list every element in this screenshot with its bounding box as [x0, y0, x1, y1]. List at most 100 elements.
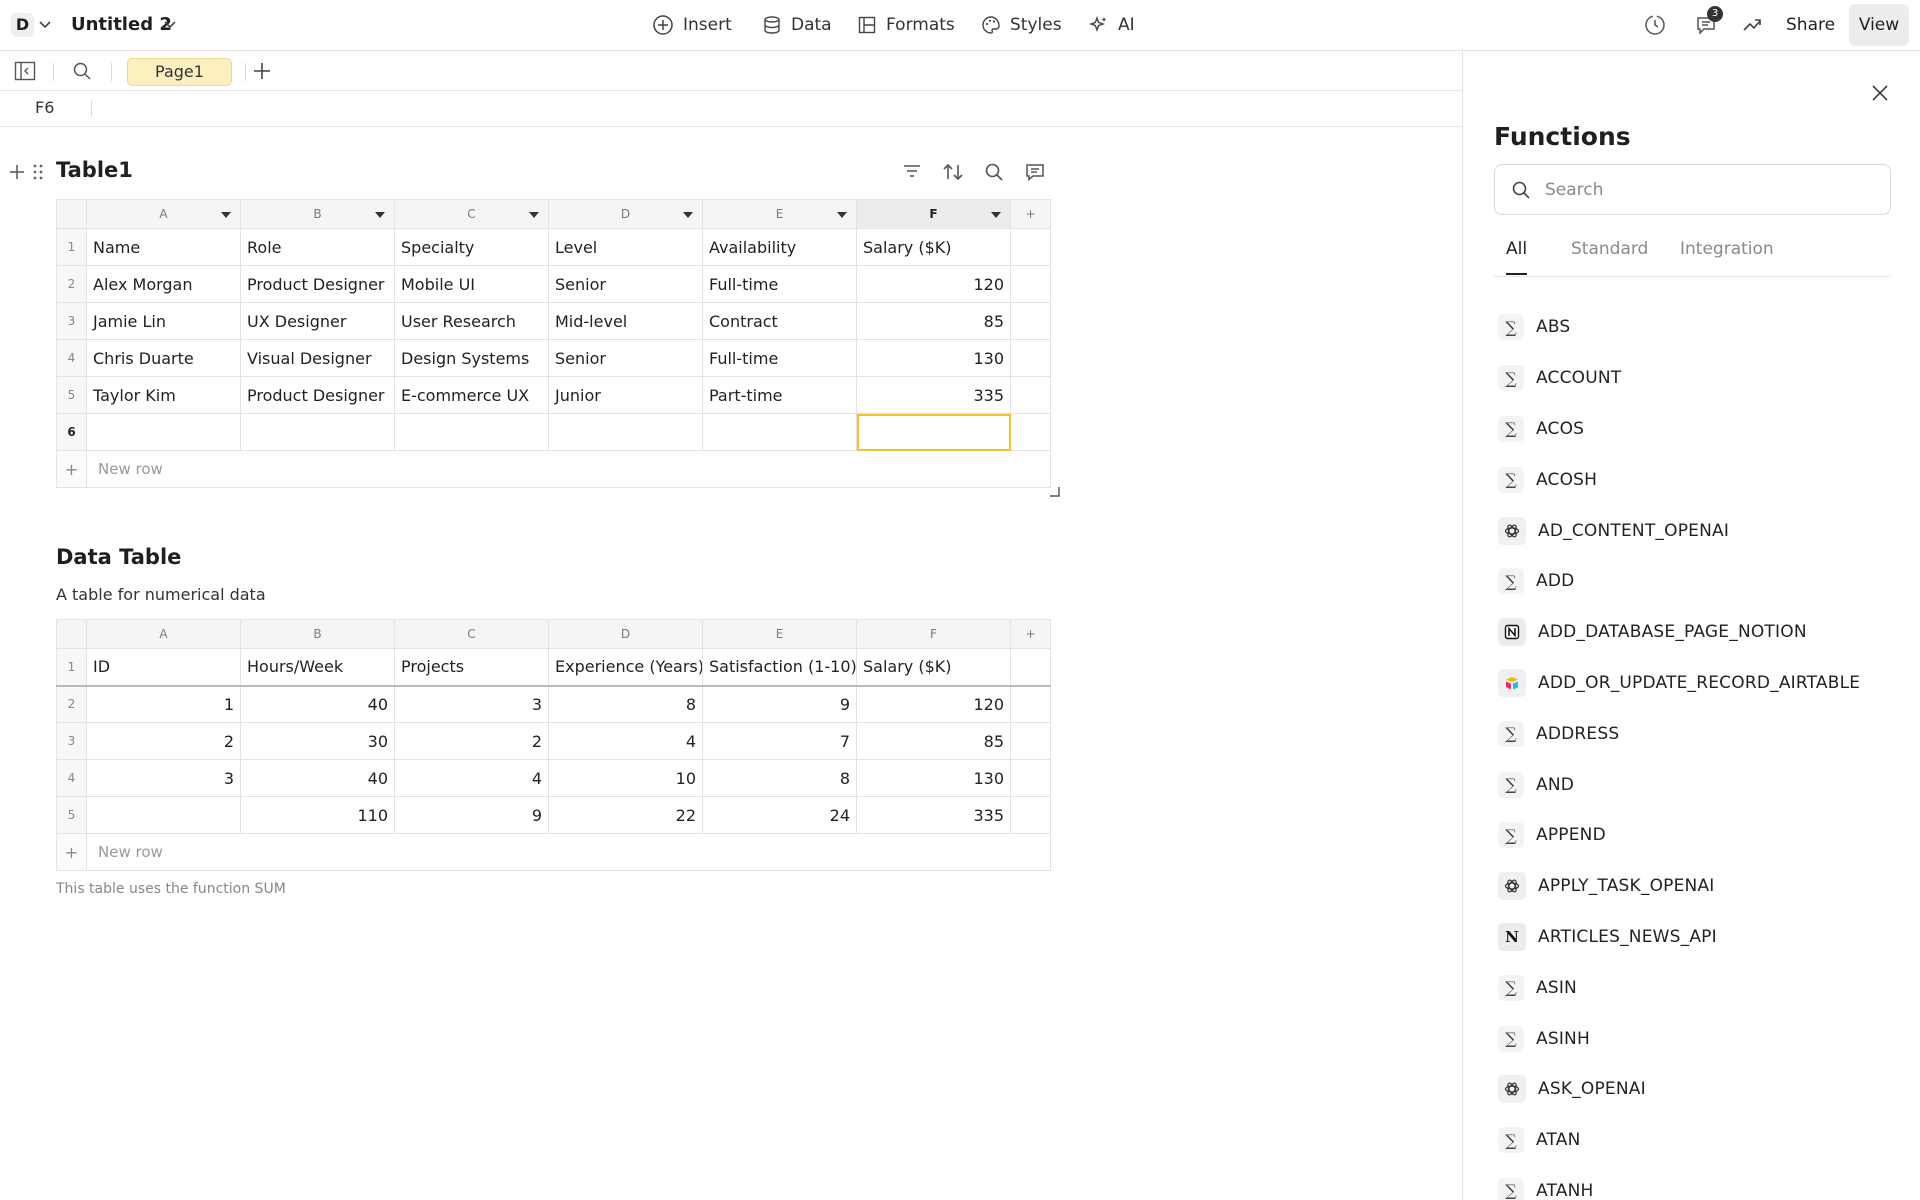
cell[interactable] — [1010, 759, 1051, 797]
function-item[interactable]: ∑ ABS — [1498, 302, 1898, 353]
cell[interactable] — [1010, 339, 1051, 377]
cell[interactable]: 335 — [856, 376, 1011, 414]
sidebar-toggle-icon[interactable] — [13, 59, 37, 83]
column-header-f[interactable]: F — [856, 199, 1011, 229]
view-button[interactable]: View — [1849, 4, 1909, 46]
cell[interactable]: 120 — [856, 685, 1011, 723]
filter-icon[interactable] — [900, 160, 924, 184]
cell[interactable] — [1010, 413, 1051, 451]
cell[interactable]: 9 — [394, 796, 549, 834]
cell[interactable]: 130 — [856, 759, 1011, 797]
row-number[interactable]: 1 — [56, 648, 87, 687]
cell[interactable]: Visual Designer — [240, 339, 395, 377]
chevron-down-icon[interactable] — [163, 17, 177, 31]
tab-standard[interactable]: Standard — [1571, 239, 1648, 273]
cell[interactable]: Full-time — [702, 339, 857, 377]
close-icon[interactable] — [1867, 80, 1893, 106]
function-item[interactable]: N ARTICLES_NEWS_API — [1498, 912, 1898, 963]
new-row[interactable]: + New row — [56, 450, 1051, 488]
cell[interactable]: Product Designer — [240, 265, 395, 303]
cell[interactable]: 8 — [548, 685, 703, 723]
row-number[interactable]: 5 — [56, 796, 87, 834]
cell[interactable]: 40 — [240, 759, 395, 797]
function-item[interactable]: ∑ ATAN — [1498, 1115, 1898, 1166]
data-table-title[interactable]: Data Table — [56, 545, 181, 569]
cell[interactable]: 1 — [86, 685, 241, 723]
table1-title[interactable]: Table1 — [56, 158, 133, 182]
cell[interactable] — [86, 413, 241, 451]
cell[interactable]: Part-time — [702, 376, 857, 414]
cell[interactable]: 3 — [86, 759, 241, 797]
add-row-icon[interactable]: + — [56, 833, 87, 871]
add-column-button[interactable]: + — [1010, 619, 1051, 649]
row-number[interactable]: 2 — [56, 685, 87, 723]
comment-icon[interactable] — [1023, 160, 1047, 184]
function-item[interactable]: ∑ ATANH — [1498, 1166, 1898, 1200]
chevron-down-icon[interactable] — [38, 17, 52, 31]
function-item[interactable]: ∑ AND — [1498, 759, 1898, 810]
cell[interactable] — [548, 413, 703, 451]
cell[interactable] — [702, 413, 857, 451]
cell[interactable] — [1010, 265, 1051, 303]
cell[interactable]: Name — [86, 228, 241, 266]
cell[interactable]: Mid-level — [548, 302, 703, 340]
function-item[interactable]: ∑ ACCOUNT — [1498, 353, 1898, 404]
function-item[interactable]: ∑ ADD — [1498, 556, 1898, 607]
column-header-e[interactable]: E — [702, 199, 857, 229]
function-item[interactable]: AD_CONTENT_OPENAI — [1498, 505, 1898, 556]
function-item[interactable]: ∑ APPEND — [1498, 810, 1898, 861]
cell[interactable]: Availability — [702, 228, 857, 266]
new-row-label[interactable]: New row — [86, 450, 1051, 488]
row-number[interactable]: 1 — [56, 228, 87, 266]
row-number[interactable]: 5 — [56, 376, 87, 414]
function-search-input[interactable] — [1545, 177, 1875, 203]
corner-cell[interactable] — [56, 199, 87, 229]
cell[interactable]: Salary ($K) — [856, 228, 1011, 266]
cell[interactable]: 4 — [394, 759, 549, 797]
cell[interactable]: 9 — [702, 685, 857, 723]
cell[interactable]: Full-time — [702, 265, 857, 303]
cell[interactable]: Product Designer — [240, 376, 395, 414]
function-search[interactable] — [1494, 164, 1891, 215]
column-header-c[interactable]: C — [394, 199, 549, 229]
cell[interactable]: Chris Duarte — [86, 339, 241, 377]
cell[interactable]: 110 — [240, 796, 395, 834]
tab-page1[interactable]: Page1 — [127, 58, 232, 86]
corner-cell[interactable] — [56, 619, 87, 649]
cell[interactable]: 2 — [394, 722, 549, 760]
cell[interactable]: ID — [86, 648, 241, 687]
cell[interactable]: 7 — [702, 722, 857, 760]
new-row-label[interactable]: New row — [86, 833, 1051, 871]
workspace-badge[interactable]: D — [11, 13, 34, 37]
formats-menu[interactable]: Formats — [857, 12, 955, 38]
cell[interactable]: Projects — [394, 648, 549, 687]
cell[interactable]: Salary ($K) — [856, 648, 1011, 687]
tab-integration[interactable]: Integration — [1680, 239, 1774, 273]
add-row-icon[interactable]: + — [56, 450, 87, 488]
active-cell[interactable] — [856, 413, 1011, 451]
column-header-a[interactable]: A — [86, 619, 241, 649]
cell[interactable] — [1010, 228, 1051, 266]
column-header-d[interactable]: D — [548, 199, 703, 229]
cell[interactable]: 130 — [856, 339, 1011, 377]
data-table-description[interactable]: A table for numerical data — [56, 585, 266, 604]
add-page-icon[interactable] — [250, 59, 274, 83]
add-block-icon[interactable] — [8, 163, 26, 181]
function-item[interactable]: ADD_OR_UPDATE_RECORD_AIRTABLE — [1498, 658, 1898, 709]
cell[interactable]: 10 — [548, 759, 703, 797]
function-item[interactable]: ∑ ASINH — [1498, 1013, 1898, 1064]
row-number[interactable]: 4 — [56, 759, 87, 797]
function-item[interactable]: ∑ ACOS — [1498, 404, 1898, 455]
cell[interactable]: 22 — [548, 796, 703, 834]
cell[interactable]: 2 — [86, 722, 241, 760]
column-header-b[interactable]: B — [240, 619, 395, 649]
cell[interactable] — [1010, 685, 1051, 723]
cell[interactable] — [86, 796, 241, 834]
cell[interactable]: 40 — [240, 685, 395, 723]
function-item[interactable]: APPLY_TASK_OPENAI — [1498, 861, 1898, 912]
cell[interactable]: Junior — [548, 376, 703, 414]
history-icon[interactable] — [1642, 12, 1668, 38]
cell[interactable]: Satisfaction (1-10) — [702, 648, 857, 687]
cell[interactable]: 24 — [702, 796, 857, 834]
search-icon[interactable] — [982, 160, 1006, 184]
